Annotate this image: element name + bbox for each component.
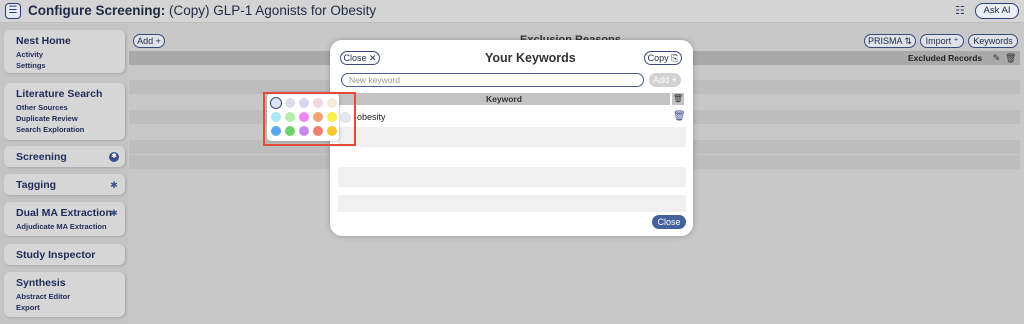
prisma-button[interactable]: PRISMA ⇅ — [864, 34, 916, 48]
database-icon[interactable]: ☷ — [955, 4, 967, 18]
sidebar-card-dual-ma: Dual MA Extraction ✱ Adjudicate MA Extra… — [4, 202, 125, 236]
gear-icon[interactable]: ✱ — [109, 180, 119, 190]
new-keyword-input[interactable] — [341, 73, 644, 87]
keyword-column-header: Keyword — [486, 94, 522, 104]
sidebar-item-settings[interactable]: Settings — [16, 61, 46, 70]
page-title: Configure Screening: (Copy) GLP-1 Agonis… — [28, 3, 377, 18]
sidebar-item-synthesis[interactable]: Synthesis — [16, 277, 66, 289]
sidebar-item-screening[interactable]: Screening — [16, 151, 67, 163]
hamburger-icon[interactable]: ☰ — [5, 3, 21, 19]
highlight-box — [263, 92, 356, 146]
list-item — [338, 187, 686, 195]
close-bottom-button[interactable]: Close — [652, 215, 686, 229]
pencil-icon[interactable]: ✎ — [991, 52, 1002, 64]
sidebar-item-dual-ma-extraction[interactable]: Dual MA Extraction — [16, 207, 112, 219]
add-keyword-button[interactable]: Add + — [649, 73, 681, 87]
sidebar-card-screening: Screening ✱ — [4, 146, 125, 167]
sidebar-item-export[interactable]: Export — [16, 303, 40, 312]
sidebar-item-study-inspector[interactable]: Study Inspector — [16, 249, 95, 261]
trash-icon[interactable]: 🗑 — [672, 93, 684, 105]
top-bar: ☰ Configure Screening: (Copy) GLP-1 Agon… — [0, 0, 1024, 23]
sidebar-item-literature-search[interactable]: Literature Search — [16, 88, 102, 100]
excluded-records-header: Excluded Records — [908, 53, 983, 63]
sidebar-card-nest-home: Nest Home Activity Settings — [4, 30, 125, 73]
close-button[interactable]: Close ✕ — [340, 51, 380, 65]
keywords-button[interactable]: Keywords — [968, 34, 1018, 48]
sidebar-card-literature-search: Literature Search Other Sources Duplicat… — [4, 83, 125, 140]
keyword-text: obesity — [357, 112, 386, 122]
ask-ai-button[interactable]: Ask AI — [975, 3, 1019, 19]
copy-button[interactable]: Copy ⎘ — [644, 51, 682, 65]
gear-icon[interactable]: ✱ — [109, 152, 119, 162]
list-item — [338, 127, 686, 147]
sidebar-item-abstract-editor[interactable]: Abstract Editor — [16, 292, 70, 301]
list-item — [338, 167, 686, 187]
keywords-modal: Close ✕ Your Keywords Copy ⎘ Add + Keywo… — [330, 40, 693, 236]
sidebar-item-nest-home[interactable]: Nest Home — [16, 35, 71, 47]
sidebar-item-other-sources[interactable]: Other Sources — [16, 103, 68, 112]
sidebar-item-adjudicate-ma[interactable]: Adjudicate MA Extraction — [16, 222, 107, 231]
gear-icon[interactable]: ✱ — [109, 208, 119, 218]
trash-icon[interactable]: 🗑 — [673, 111, 686, 122]
add-exclusion-reason-button[interactable]: Add + — [133, 34, 165, 48]
sidebar-item-search-exploration[interactable]: Search Exploration — [16, 125, 84, 134]
list-item — [338, 147, 686, 167]
sidebar-card-synthesis: Synthesis Abstract Editor Export — [4, 272, 125, 317]
list-item — [338, 195, 686, 212]
modal-title: Your Keywords — [485, 51, 576, 65]
sidebar-item-tagging[interactable]: Tagging — [16, 179, 56, 191]
sidebar-item-activity[interactable]: Activity — [16, 50, 43, 59]
sidebar-card-tagging: Tagging ✱ — [4, 174, 125, 195]
import-button[interactable]: Import ⁺ — [920, 34, 964, 48]
sidebar-item-duplicate-review[interactable]: Duplicate Review — [16, 114, 78, 123]
list-item — [338, 107, 686, 127]
sidebar-card-study-inspector: Study Inspector — [4, 244, 125, 265]
trash-icon[interactable]: 🗑 — [1005, 52, 1016, 64]
